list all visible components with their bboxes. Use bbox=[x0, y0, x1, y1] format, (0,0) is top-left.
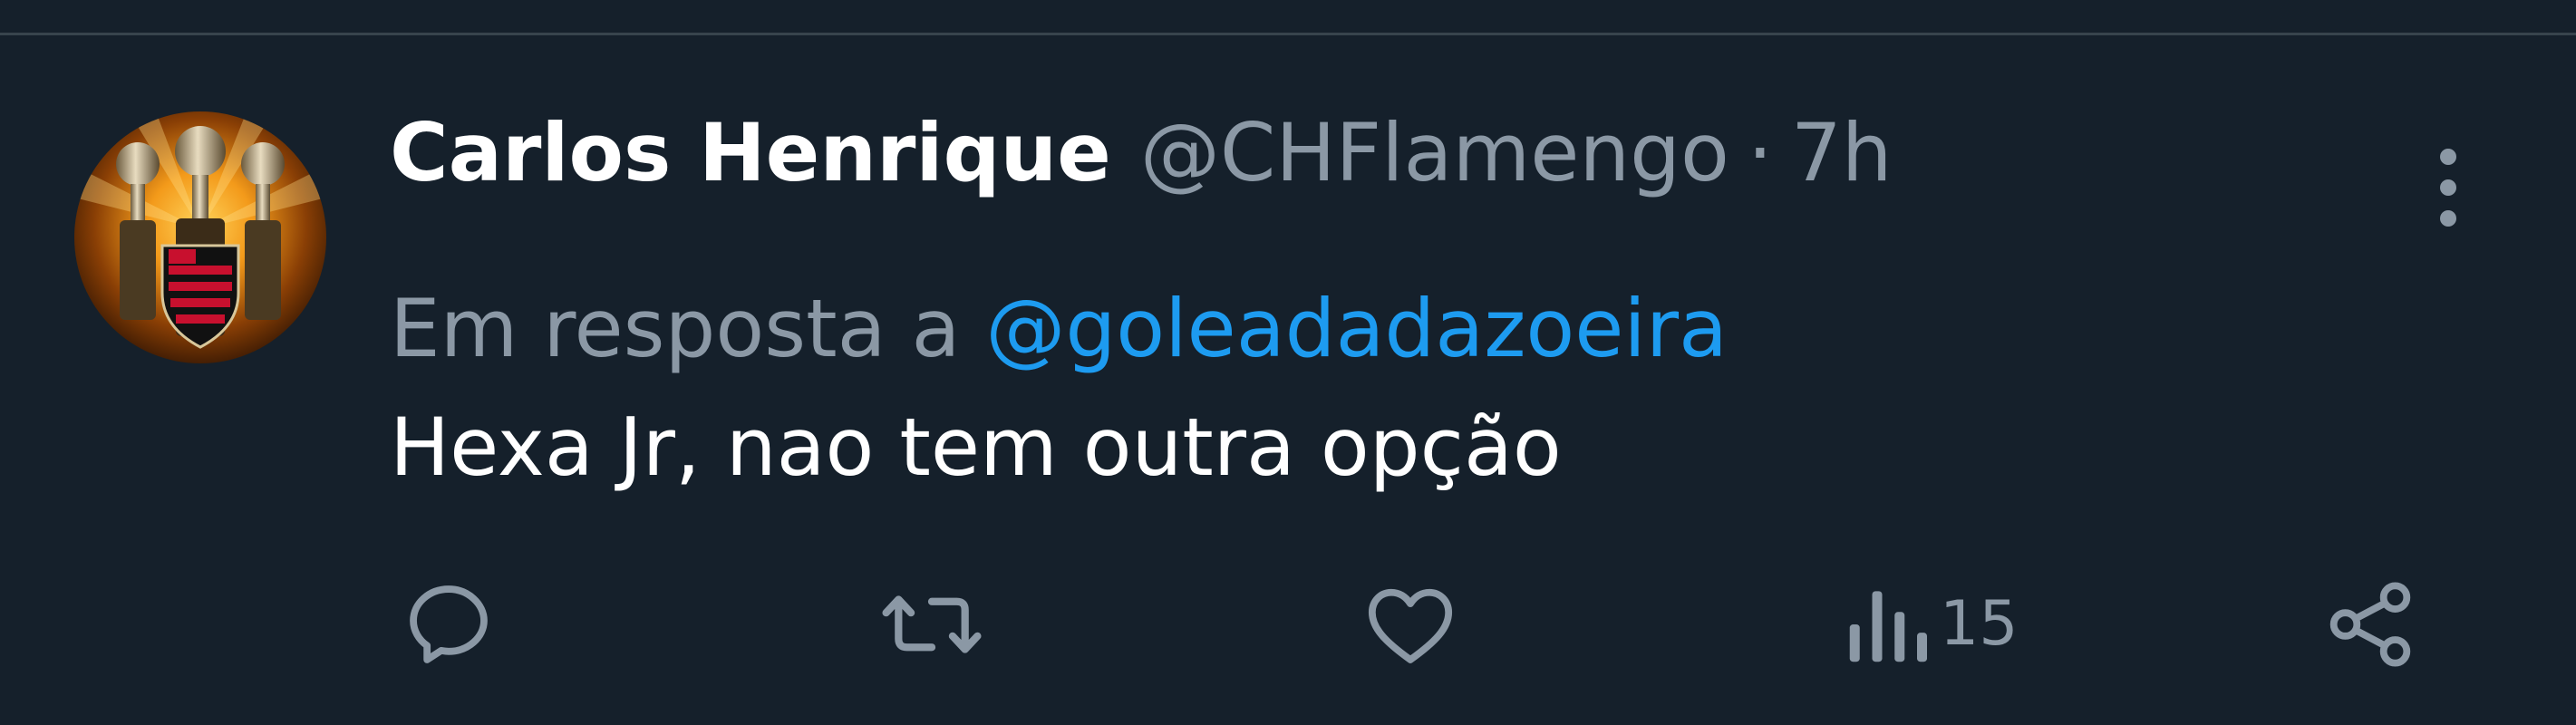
avatar-image bbox=[74, 111, 326, 363]
views-count: 15 bbox=[1940, 588, 2019, 660]
reply-to-handle-link[interactable]: @goleadadazoeira bbox=[985, 275, 1728, 383]
tweet[interactable]: Carlos Henrique @CHFlamengo · 7h Em resp… bbox=[0, 35, 2576, 725]
reply-icon bbox=[410, 585, 488, 663]
views-button[interactable]: 15 bbox=[1845, 570, 2019, 679]
more-options-button[interactable] bbox=[2398, 138, 2498, 237]
timestamp[interactable]: 7h bbox=[1791, 99, 1893, 208]
retweet-icon bbox=[882, 595, 982, 653]
reply-context: Em resposta a @goleadadazoeira bbox=[390, 275, 1728, 383]
reply-prefix: Em resposta a bbox=[390, 282, 961, 375]
more-vertical-icon bbox=[2440, 149, 2456, 227]
views-chart-icon bbox=[1849, 591, 1927, 662]
author-handle[interactable]: @CHFlamengo bbox=[1140, 99, 1729, 208]
author-display-name[interactable]: Carlos Henrique bbox=[390, 99, 1111, 208]
share-icon bbox=[2329, 582, 2411, 667]
like-button[interactable] bbox=[1360, 570, 1461, 679]
heart-icon bbox=[1368, 588, 1453, 663]
reply-button[interactable] bbox=[399, 570, 499, 679]
avatar[interactable] bbox=[74, 111, 326, 363]
tweet-header: Carlos Henrique @CHFlamengo · 7h bbox=[390, 99, 1893, 208]
separator-dot: · bbox=[1747, 106, 1773, 199]
tweet-text: Hexa Jr, nao tem outra opção bbox=[390, 401, 1562, 494]
share-button[interactable] bbox=[2320, 570, 2420, 679]
retweet-button[interactable] bbox=[877, 570, 986, 679]
